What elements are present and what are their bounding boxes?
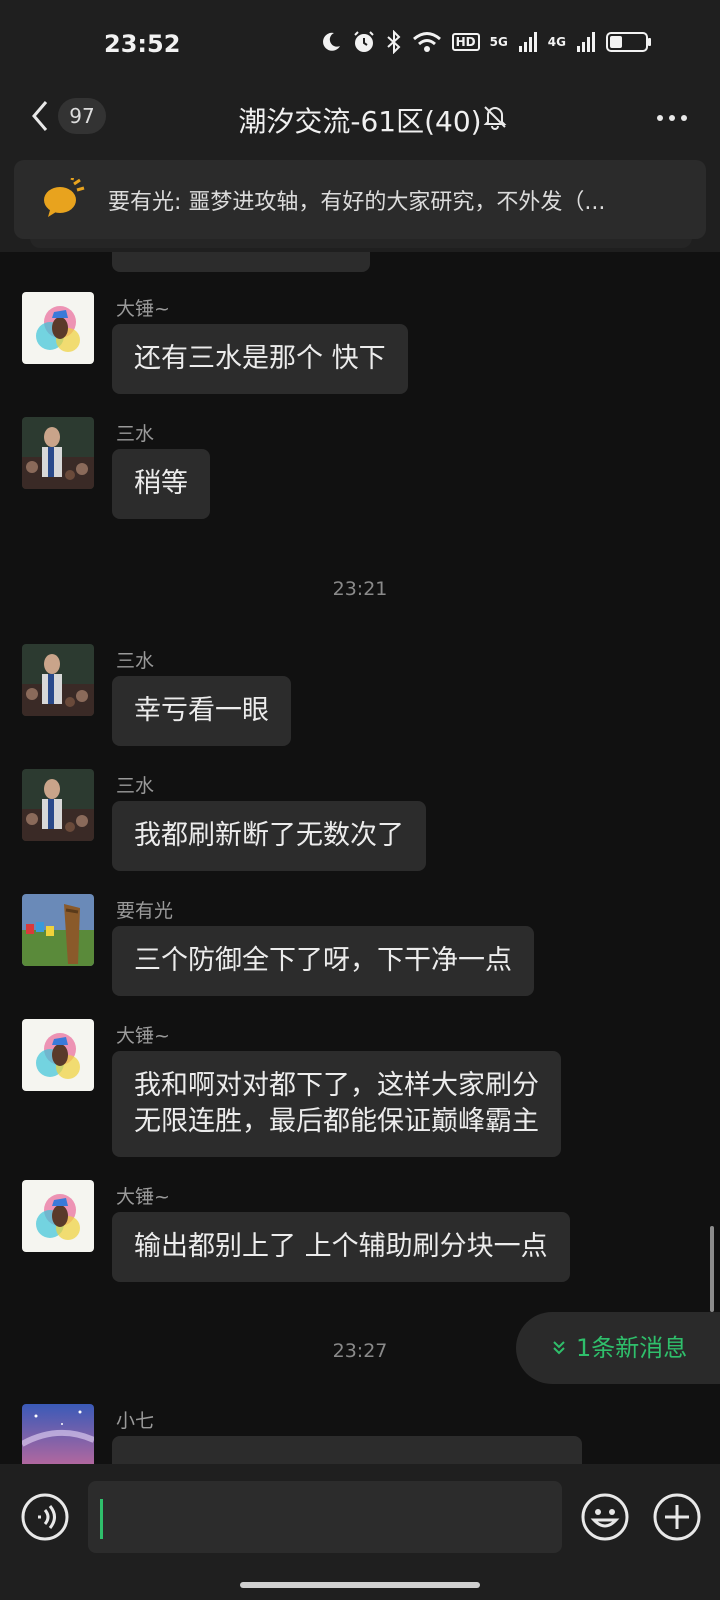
avatar[interactable] xyxy=(22,1404,94,1464)
message-bubble[interactable]: 幸亏看一眼 xyxy=(112,676,291,746)
signal-icon-2 xyxy=(577,32,595,52)
avatar[interactable] xyxy=(22,644,94,716)
message-row: 小七 xyxy=(0,1404,720,1464)
sender-name: 要有光 xyxy=(116,900,174,922)
emoji-icon[interactable] xyxy=(580,1492,630,1542)
voice-icon[interactable] xyxy=(20,1492,70,1542)
text-caret xyxy=(100,1499,103,1539)
new-messages-button[interactable]: 1条新消息 xyxy=(516,1312,720,1384)
message-line: 无限连胜，最后都能保证巅峰霸主 xyxy=(134,1106,539,1137)
announcement-icon xyxy=(44,178,85,217)
double-chevron-down-icon xyxy=(552,1315,566,1387)
avatar[interactable] xyxy=(22,292,94,364)
moon-icon xyxy=(322,32,340,51)
message-input[interactable] xyxy=(88,1481,562,1553)
alarm-icon xyxy=(353,31,374,52)
home-indicator[interactable] xyxy=(240,1582,480,1588)
network-4g: 4G xyxy=(547,35,566,49)
pinned-announcement[interactable]: 要有光: 噩梦进攻轴，有好的大家研究，不外发（... xyxy=(14,160,706,239)
scrollbar[interactable] xyxy=(710,1226,714,1312)
plus-icon[interactable] xyxy=(652,1492,702,1542)
signal-icon xyxy=(518,32,537,52)
battery-icon xyxy=(606,32,651,52)
avatar[interactable] xyxy=(22,1019,94,1091)
status-time: 23:52 xyxy=(104,30,181,58)
status-icons: HD 5G 4G xyxy=(320,30,652,54)
sender-name: 三水 xyxy=(116,775,155,797)
avatar[interactable] xyxy=(22,769,94,841)
hd-badge: HD xyxy=(451,33,480,51)
avatar[interactable] xyxy=(22,417,94,489)
message-bubble[interactable]: 还有三水是那个 快下 xyxy=(112,324,408,394)
message-bubble[interactable]: 三个防御全下了呀，下干净一点 xyxy=(112,926,534,996)
new-messages-label: 1条新消息 xyxy=(576,1334,688,1362)
message-bubble[interactable]: 我都刷新断了无数次了 xyxy=(112,801,426,871)
bluetooth-icon xyxy=(386,30,401,54)
chat-title[interactable]: 潮汐交流-61区(40) xyxy=(0,100,720,140)
previous-bubble xyxy=(112,252,370,272)
bell-off-icon xyxy=(483,106,507,130)
message-bubble[interactable]: 输出都别上了 上个辅助刷分块一点 xyxy=(112,1212,570,1282)
status-bar: 23:52 HD 5G 4G xyxy=(0,0,720,92)
avatar[interactable] xyxy=(22,894,94,966)
sender-name: 小七 xyxy=(116,1410,155,1432)
sender-name: 三水 xyxy=(116,650,155,672)
pinned-text: 要有光: 噩梦进攻轴，有好的大家研究，不外发（... xyxy=(108,190,606,215)
network-5g: 5G xyxy=(489,35,508,49)
sender-name: 大锤~ xyxy=(116,1186,170,1208)
avatar[interactable] xyxy=(22,1180,94,1252)
wifi-icon xyxy=(412,32,441,52)
sender-name: 三水 xyxy=(116,423,155,445)
message-bubble[interactable]: 我和啊对对都下了，这样大家刷分 无限连胜，最后都能保证巅峰霸主 xyxy=(112,1051,561,1157)
message-bubble[interactable] xyxy=(112,1436,582,1464)
sender-name: 大锤~ xyxy=(116,1025,170,1047)
timestamp: 23:21 xyxy=(332,578,388,600)
sender-name: 大锤~ xyxy=(116,298,170,320)
message-line: 我和啊对对都下了，这样大家刷分 xyxy=(134,1070,539,1101)
message-bubble[interactable]: 稍等 xyxy=(112,449,210,519)
more-icon[interactable] xyxy=(654,105,690,131)
